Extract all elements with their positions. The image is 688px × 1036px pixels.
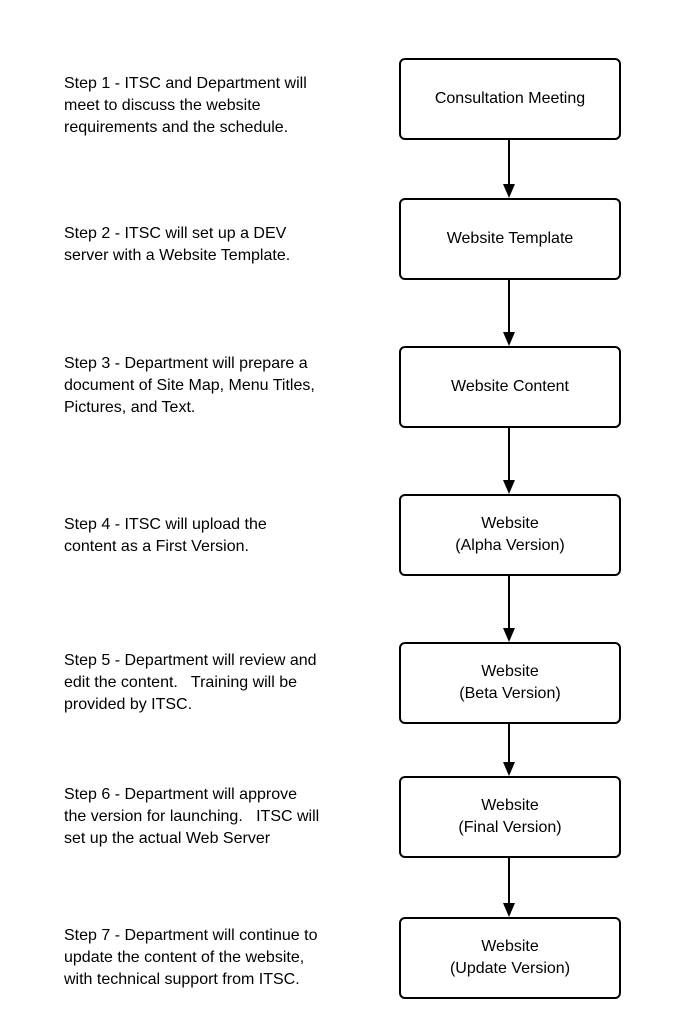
step-text-line: Pictures, and Text. xyxy=(64,399,196,416)
arrow-4-to-5 xyxy=(503,576,515,642)
step-text-line: content as a First Version. xyxy=(64,538,249,555)
process-box-4: Website (Alpha Version) xyxy=(399,494,621,576)
box-label-line: (Beta Version) xyxy=(459,685,561,702)
step-text-line: Step 6 - Department will approve xyxy=(64,786,297,803)
step-5-description: Step 5 - Department will review and edit … xyxy=(64,650,374,716)
arrow-6-to-7 xyxy=(503,858,515,917)
box-label-line: Website xyxy=(481,938,539,955)
arrow-head-icon xyxy=(503,480,515,494)
step-text-line: provided by ITSC. xyxy=(64,696,193,713)
step-1-description: Step 1 - ITSC and Department will meet to… xyxy=(64,73,374,139)
process-box-7: Website (Update Version) xyxy=(399,917,621,999)
arrow-1-to-2 xyxy=(503,140,515,198)
arrow-head-icon xyxy=(503,903,515,917)
step-text-line: Step 5 - Department will review and xyxy=(64,652,317,669)
process-box-3: Website Content xyxy=(399,346,621,428)
step-text-line: edit the content. Training will be xyxy=(64,674,298,691)
process-box-5: Website (Beta Version) xyxy=(399,642,621,724)
arrow-head-icon xyxy=(503,332,515,346)
step-text-line: meet to discuss the website xyxy=(64,97,261,114)
step-text-line: document of Site Map, Menu Titles, xyxy=(64,377,315,394)
step-text-line: server with a Website Template. xyxy=(64,247,291,264)
box-label-line: Website xyxy=(481,797,539,814)
arrow-head-icon xyxy=(503,762,515,776)
box-label-line: Website xyxy=(481,663,539,680)
step-text-line: Step 4 - ITSC will upload the xyxy=(64,516,267,533)
arrow-3-to-4 xyxy=(503,428,515,494)
arrow-head-icon xyxy=(503,184,515,198)
step-text-line: Step 2 - ITSC will set up a DEV xyxy=(64,225,287,242)
box-label-line: (Update Version) xyxy=(449,960,571,977)
box-label-line: Website xyxy=(481,515,539,532)
box-label-line: Consultation Meeting xyxy=(434,90,586,107)
arrow-head-icon xyxy=(503,628,515,642)
step-text-line: set up the actual Web Server xyxy=(64,830,271,847)
arrow-5-to-6 xyxy=(503,724,515,776)
step-3-description: Step 3 - Department will prepare a docume… xyxy=(64,353,374,419)
step-text-line: requirements and the schedule. xyxy=(64,119,289,136)
process-box-2: Website Template xyxy=(399,198,621,280)
step-4-description: Step 4 - ITSC will upload the content as … xyxy=(64,514,374,558)
box-label-line: (Final Version) xyxy=(458,819,562,836)
process-box-6: Website (Final Version) xyxy=(399,776,621,858)
step-text-line: with technical support from ITSC. xyxy=(64,971,300,988)
box-label-line: Website Template xyxy=(446,230,574,247)
process-box-1: Consultation Meeting xyxy=(399,58,621,140)
step-6-description: Step 6 - Department will approve the vers… xyxy=(64,784,374,850)
step-2-description: Step 2 - ITSC will set up a DEV server wi… xyxy=(64,223,374,267)
box-label-line: Website Content xyxy=(451,378,569,395)
step-7-description: Step 7 - Department will continue to upda… xyxy=(64,925,374,991)
box-label-line: (Alpha Version) xyxy=(455,537,565,554)
step-text-line: Step 7 - Department will continue to xyxy=(64,927,318,944)
step-text-line: the version for launching. ITSC will xyxy=(64,808,320,825)
step-text-line: Step 3 - Department will prepare a xyxy=(64,355,308,372)
step-text-line: Step 1 - ITSC and Department will xyxy=(64,75,307,92)
step-text-line: update the content of the website, xyxy=(64,949,305,966)
arrow-2-to-3 xyxy=(503,280,515,346)
